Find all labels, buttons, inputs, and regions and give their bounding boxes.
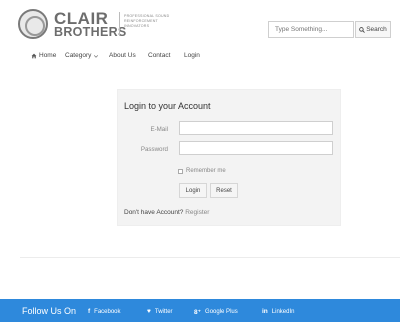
brand-logo[interactable]: CLAIR BROTHERS PROFESSIONAL SOUND REINFO… [18, 8, 169, 40]
nav-item-label: Home [39, 52, 57, 59]
nav-item-label: Category [65, 52, 92, 59]
divider [20, 257, 400, 258]
login-button[interactable]: Login [179, 183, 207, 198]
linkedin-link[interactable]: in LinkedIn [262, 308, 294, 315]
follow-us-label: Follow Us On [22, 306, 77, 316]
nav-item-about[interactable]: About Us [109, 52, 136, 59]
nav-item-label: Contact [148, 52, 171, 59]
register-link[interactable]: Register [185, 209, 209, 216]
nav-item-login[interactable]: Login [184, 52, 200, 59]
linkedin-icon: in [262, 308, 268, 315]
twitter-icon: ♥ [147, 308, 151, 315]
remember-me[interactable]: Remember me [178, 168, 226, 174]
social-label: Google Plus [205, 309, 238, 315]
home-icon [31, 53, 37, 58]
search-button[interactable]: Search [355, 21, 391, 38]
main-nav: Home Category About Us Contact Login [0, 46, 400, 68]
social-label: LinkedIn [271, 308, 295, 315]
nav-item-category[interactable]: Category [65, 52, 99, 59]
google-plus-link[interactable]: 8⁺ Google Plus [194, 308, 238, 316]
password-field[interactable] [179, 141, 333, 155]
password-label: Password [140, 146, 168, 153]
email-field[interactable] [179, 121, 333, 135]
register-prompt: Don't have Account? Register [124, 209, 209, 216]
brand-tagline: PROFESSIONAL SOUND REINFORCEMENT INNOVAT… [124, 14, 170, 28]
social-label: Facebook [94, 308, 121, 315]
brand-name-line2: BROTHERS [54, 25, 127, 39]
header: CLAIR BROTHERS PROFESSIONAL SOUND REINFO… [0, 0, 400, 46]
nav-item-home[interactable]: Home [31, 52, 56, 59]
remember-me-label: Remember me [186, 168, 226, 174]
facebook-icon: f [88, 308, 91, 315]
no-account-text: Don't have Account? [124, 209, 184, 216]
login-panel: Login to your Account E-Mail Password Re… [117, 89, 341, 226]
search-input[interactable] [268, 21, 354, 38]
google-plus-icon: 8⁺ [194, 309, 202, 316]
footer: Follow Us On f Facebook ♥ Twitter 8⁺ Goo… [0, 299, 400, 322]
remember-me-checkbox[interactable] [178, 168, 183, 174]
nav-item-label: About Us [109, 52, 136, 59]
facebook-link[interactable]: f Facebook [88, 308, 121, 315]
logo-seal-icon [18, 9, 48, 39]
search-icon [359, 26, 366, 33]
email-label: E-Mail [150, 126, 168, 133]
search-button-label: Search [366, 26, 387, 33]
chevron-down-icon [94, 54, 99, 58]
social-label: Twitter [154, 308, 173, 315]
nav-item-label: Login [184, 52, 200, 59]
login-title: Login to your Account [124, 101, 211, 111]
logo-divider [119, 12, 120, 36]
reset-button[interactable]: Reset [210, 183, 238, 198]
nav-item-contact[interactable]: Contact [148, 52, 170, 59]
twitter-link[interactable]: ♥ Twitter [147, 308, 173, 315]
